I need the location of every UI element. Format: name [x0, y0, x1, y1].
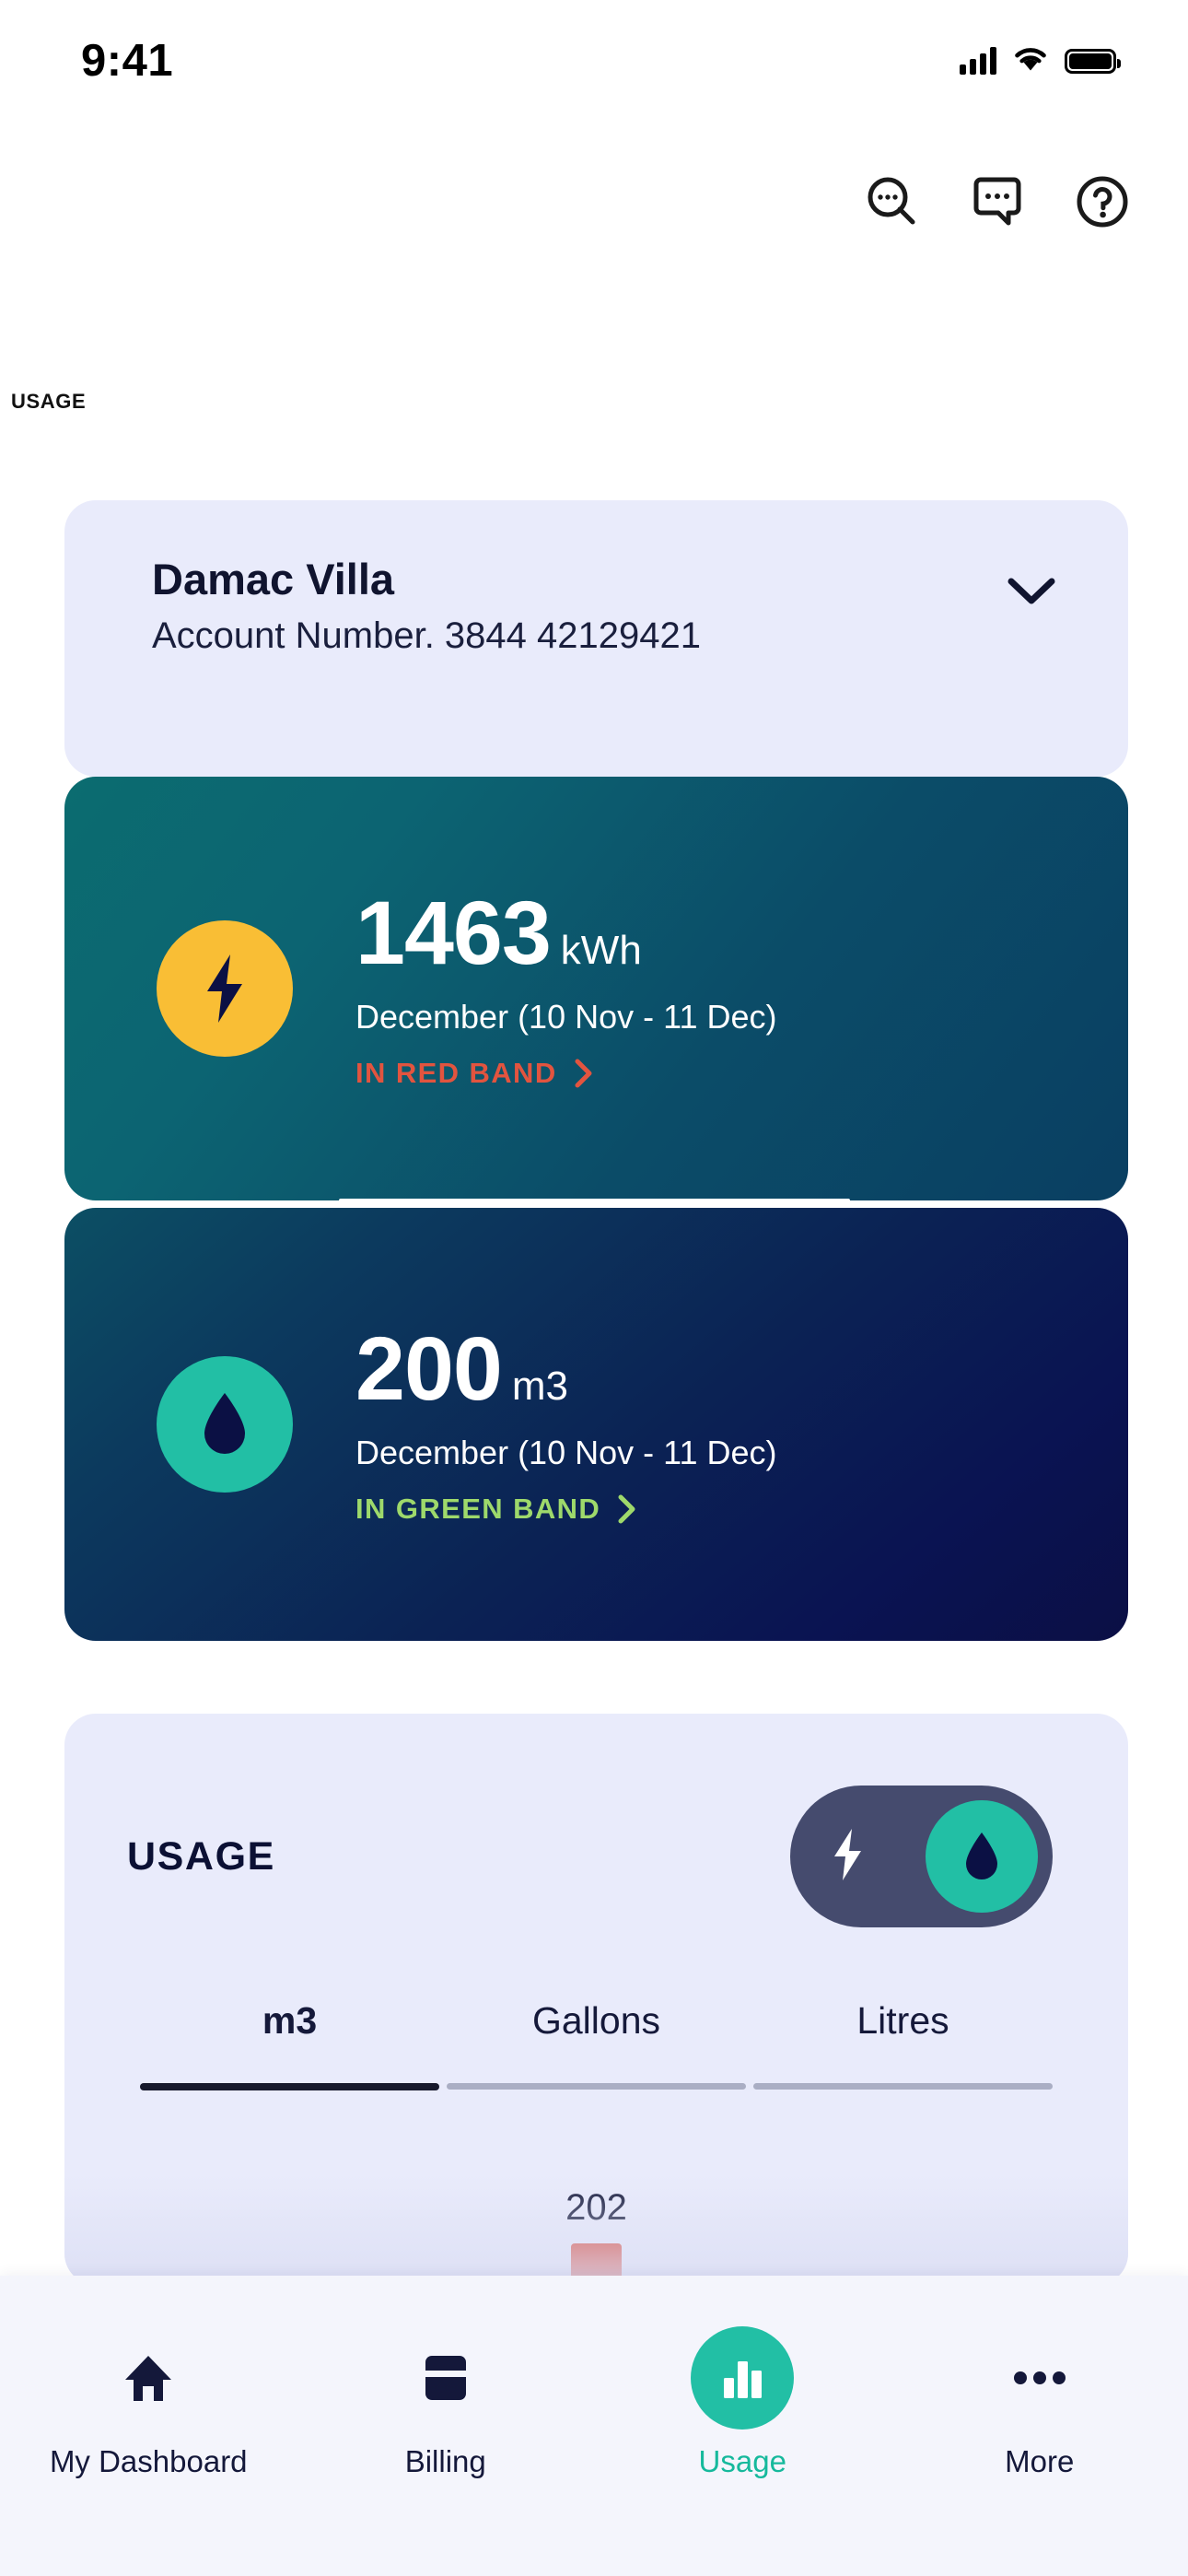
card-divider: [339, 1199, 850, 1202]
nav-item-my-dashboard[interactable]: My Dashboard: [31, 2326, 266, 2479]
toggle-knob[interactable]: [926, 1800, 1038, 1913]
electricity-value: 1463: [355, 882, 552, 983]
water-details: 200 m3 December (10 Nov - 11 Dec) IN GRE…: [355, 1324, 777, 1526]
tab-litres[interactable]: Litres: [750, 1999, 1056, 2090]
nav-label-usage: Usage: [698, 2444, 786, 2478]
chevron-right-icon: [617, 1493, 637, 1525]
battery-full-icon: [1065, 48, 1121, 74]
tab-litres-underline: [753, 2083, 1053, 2090]
chart-bar-item: 202: [565, 2187, 627, 2285]
status-bar: 9:41: [0, 0, 1188, 122]
lightning-bolt-icon[interactable]: [827, 1827, 868, 1887]
usage-panel-title: USAGE: [127, 1833, 275, 1879]
electricity-details: 1463 kWh December (10 Nov - 11 Dec) IN R…: [355, 888, 777, 1090]
status-indicators: [960, 45, 1121, 77]
electricity-period: December (10 Nov - 11 Dec): [355, 997, 777, 1036]
water-period: December (10 Nov - 11 Dec): [355, 1433, 777, 1471]
chart-value-label: 202: [565, 2187, 627, 2228]
ellipsis-icon: [1010, 2326, 1069, 2430]
chevron-down-icon[interactable]: [1007, 576, 1056, 612]
header-actions: [864, 173, 1131, 230]
utility-type-toggle[interactable]: [790, 1786, 1053, 1927]
usage-chart[interactable]: 202: [64, 2142, 1128, 2285]
tab-m3[interactable]: m3: [136, 1999, 443, 2090]
status-time: 9:41: [81, 36, 174, 86]
account-info: Damac Villa Account Number. 3844 4212942…: [152, 555, 701, 657]
tab-m3-underline: [140, 2083, 439, 2090]
wifi-icon: [1013, 45, 1048, 77]
help-circle-icon[interactable]: [1074, 173, 1131, 230]
chart-bar-group: 202: [64, 2187, 1128, 2285]
nav-item-billing[interactable]: Billing: [328, 2326, 563, 2479]
chevron-right-icon: [574, 1058, 594, 1089]
account-name: Damac Villa: [152, 555, 395, 603]
electricity-usage-card[interactable]: 1463 kWh December (10 Nov - 11 Dec) IN R…: [64, 777, 1128, 1200]
water-droplet-icon: [157, 1356, 293, 1493]
water-unit: m3: [511, 1363, 568, 1409]
usage-panel-header: USAGE: [64, 1714, 1128, 1927]
credit-card-icon: [416, 2326, 475, 2430]
nav-label-billing: Billing: [404, 2444, 486, 2478]
water-band-link[interactable]: IN GREEN BAND: [355, 1493, 777, 1526]
nav-usage-icon-wrap: [691, 2326, 795, 2430]
tab-m3-label: m3: [262, 1999, 318, 2042]
nav-label-more: More: [1005, 2444, 1075, 2478]
nav-item-more[interactable]: More: [922, 2326, 1157, 2479]
water-usage-card[interactable]: 200 m3 December (10 Nov - 11 Dec) IN GRE…: [64, 1208, 1128, 1641]
breadcrumb: USAGE: [11, 390, 87, 413]
tab-gallons[interactable]: Gallons: [443, 1999, 750, 2090]
tab-gallons-label: Gallons: [531, 1999, 660, 2042]
electricity-unit: kWh: [560, 927, 642, 973]
lightning-bolt-icon: [157, 920, 293, 1057]
account-number: Account Number. 3844 42129421: [152, 615, 701, 656]
home-icon: [119, 2326, 178, 2430]
nav-item-usage[interactable]: Usage: [625, 2326, 860, 2479]
electricity-band-label: IN RED BAND: [355, 1056, 557, 1089]
water-value: 200: [355, 1317, 503, 1419]
search-dots-icon[interactable]: [864, 173, 921, 230]
usage-panel: USAGE m3 Gallons Litres 202: [64, 1714, 1128, 2285]
tab-litres-label: Litres: [856, 1999, 949, 2042]
tab-gallons-underline: [447, 2083, 746, 2090]
bar-chart-icon: [691, 2326, 795, 2430]
water-band-label: IN GREEN BAND: [355, 1492, 601, 1525]
chat-bubble-dots-icon[interactable]: [969, 173, 1026, 230]
account-selector-card[interactable]: Damac Villa Account Number. 3844 4212942…: [64, 500, 1128, 777]
nav-label-my-dashboard: My Dashboard: [49, 2444, 248, 2478]
cellular-signal-icon: [960, 47, 996, 75]
bottom-navigation: My Dashboard Billing Usage More: [0, 2276, 1188, 2576]
electricity-band-link[interactable]: IN RED BAND: [355, 1057, 777, 1090]
unit-tabs: m3 Gallons Litres: [64, 1999, 1128, 2090]
